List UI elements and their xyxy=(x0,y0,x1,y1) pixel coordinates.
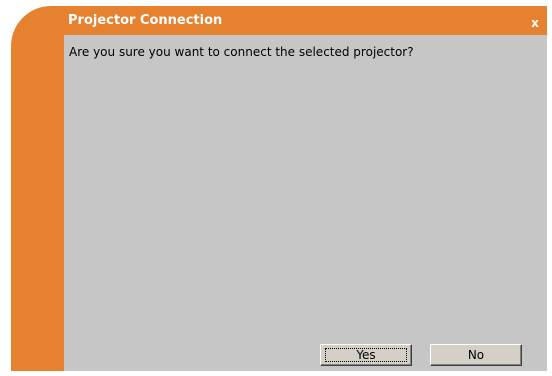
confirmation-message: Are you sure you want to connect the sel… xyxy=(69,45,414,59)
no-button[interactable]: No xyxy=(430,344,522,366)
dialog-titlebar: Projector Connection x xyxy=(64,6,547,35)
close-button[interactable]: x xyxy=(528,16,542,30)
dialog-title: Projector Connection xyxy=(68,13,223,28)
dialog-body: Are you sure you want to connect the sel… xyxy=(64,35,547,371)
projector-connection-dialog: Projector Connection x Are you sure you … xyxy=(11,6,547,371)
no-button-label: No xyxy=(467,348,485,362)
yes-button[interactable]: Yes xyxy=(320,344,412,366)
focus-indicator xyxy=(325,348,407,362)
